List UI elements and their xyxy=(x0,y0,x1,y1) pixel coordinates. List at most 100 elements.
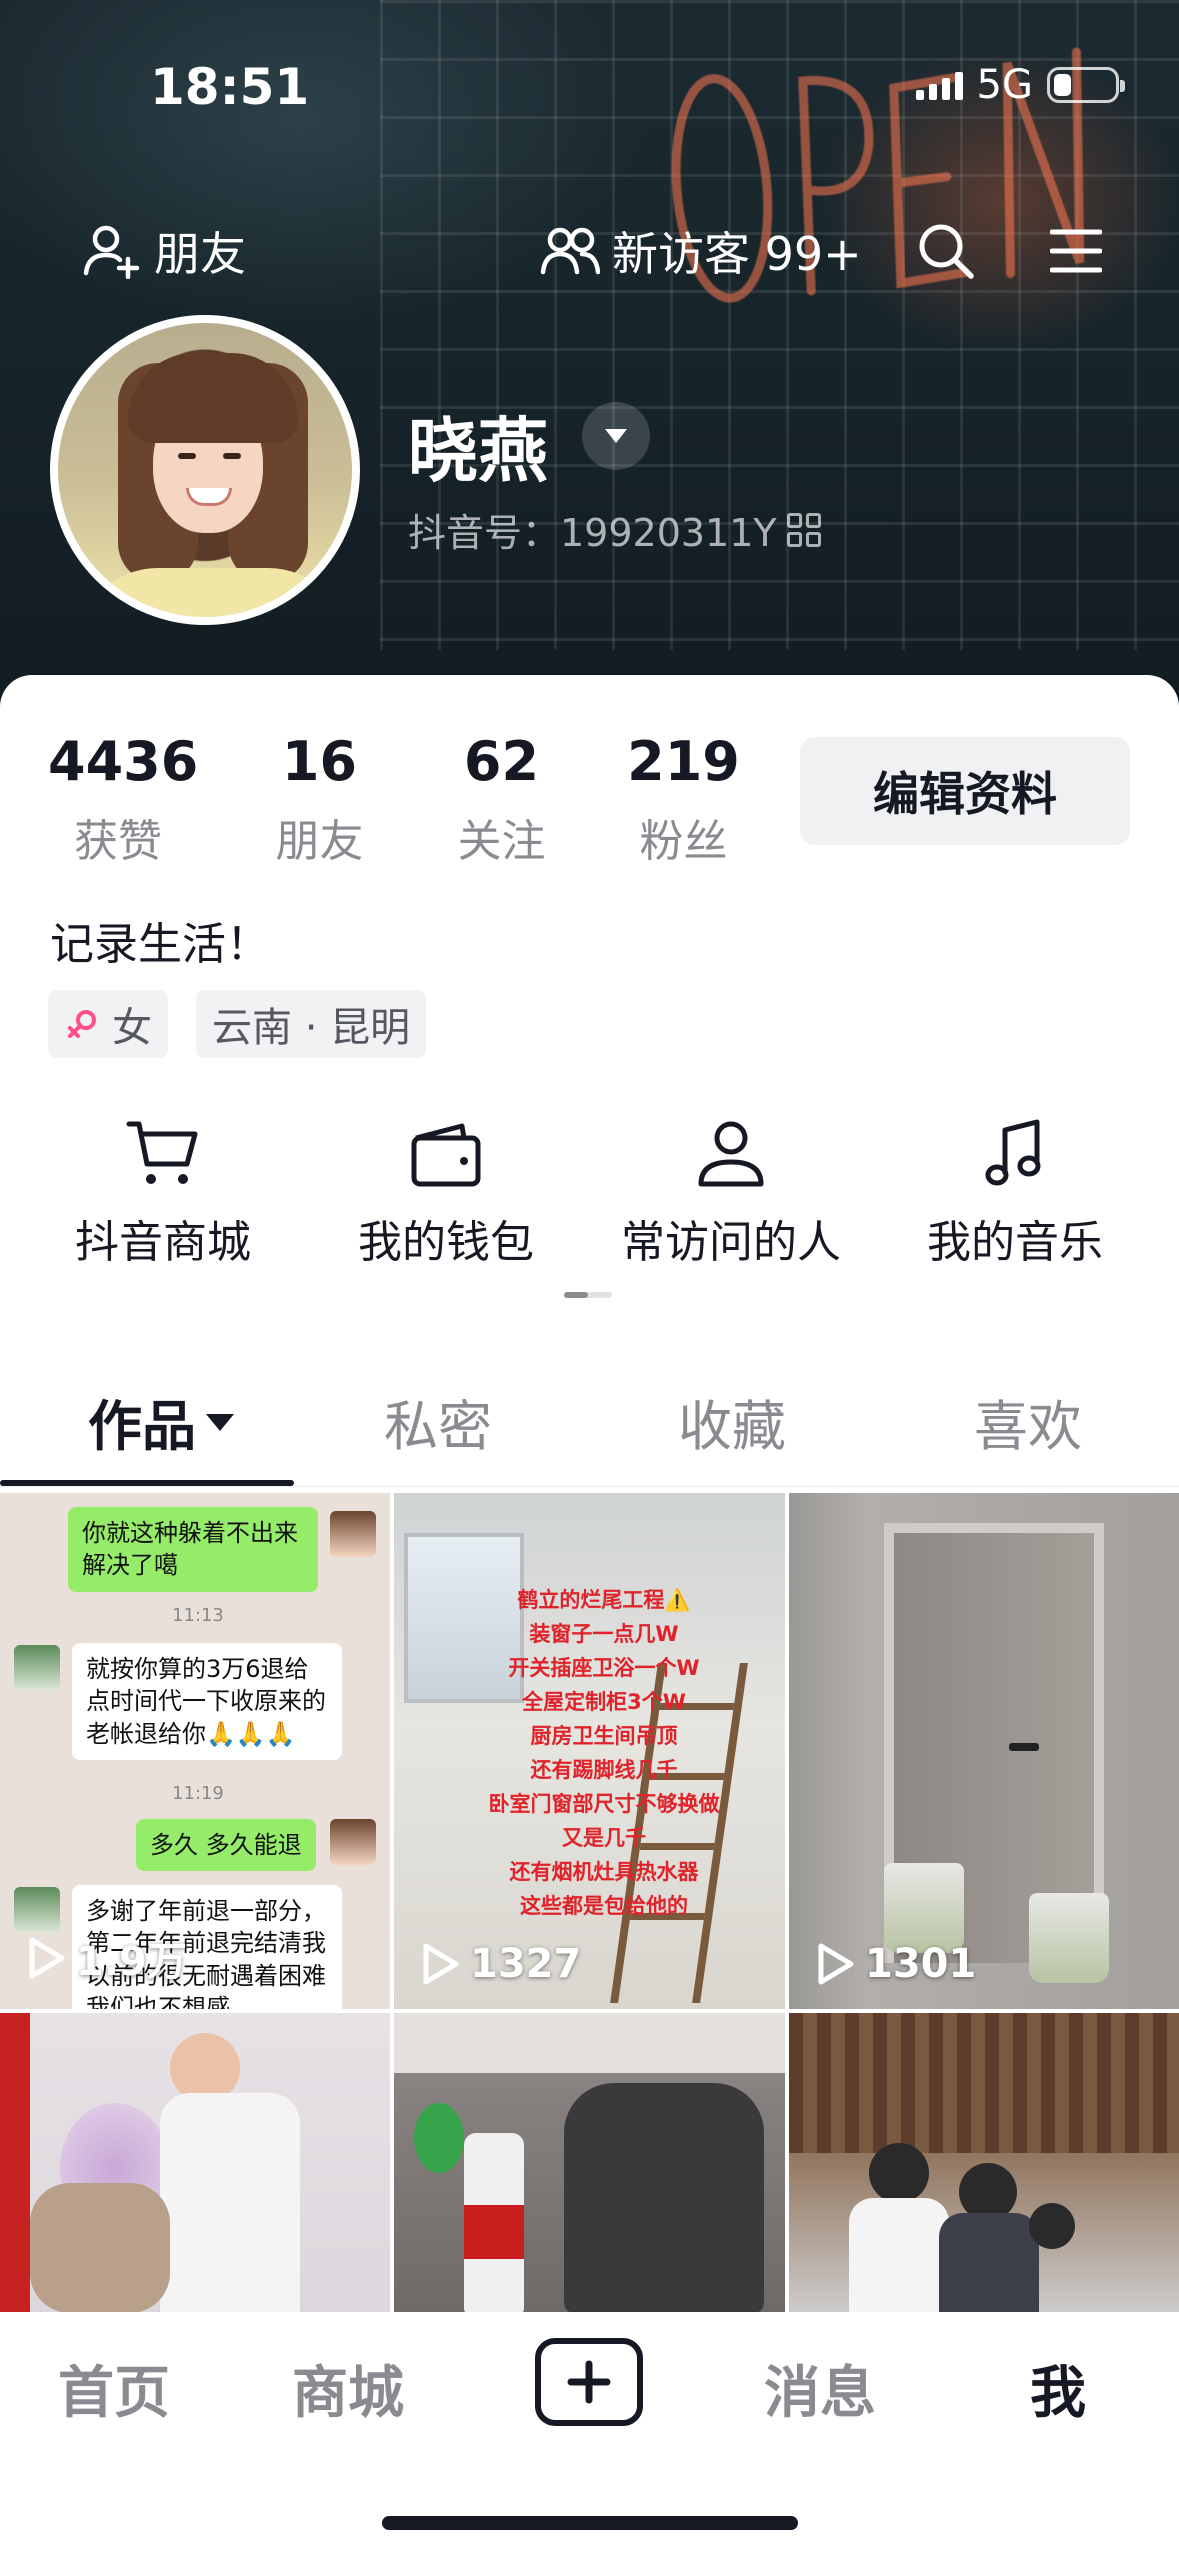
status-time: 18:51 xyxy=(150,58,310,116)
cart-icon xyxy=(126,1121,198,1184)
nav-home[interactable]: 首页 xyxy=(58,2348,170,2429)
gender-tag: 女 xyxy=(48,990,168,1058)
play-count-value: 1.9万 xyxy=(76,1939,187,1985)
account-switch-button[interactable] xyxy=(582,402,650,470)
wallet-icon xyxy=(411,1123,481,1187)
plus-icon xyxy=(567,2360,611,2404)
search-button[interactable] xyxy=(915,220,977,286)
quick-action-label: 常访问的人 xyxy=(621,1217,841,1268)
person-head-decoration xyxy=(1029,2203,1075,2249)
play-count-value: 1327 xyxy=(470,1941,582,1987)
stat-following[interactable]: 62 关注 xyxy=(434,735,569,869)
tab-works[interactable]: 作品 xyxy=(88,1382,236,1461)
green-object-decoration xyxy=(414,2103,464,2173)
tab-likes[interactable]: 喜欢 xyxy=(974,1382,1082,1461)
cellular-signal-icon xyxy=(915,70,963,100)
quick-action-mall[interactable]: 抖音商城 xyxy=(33,1118,293,1270)
chat-timestamp: 11:19 xyxy=(172,1783,224,1804)
quick-action-label: 我的钱包 xyxy=(358,1217,534,1268)
door-handle-decoration xyxy=(1009,1743,1039,1751)
stat-label: 获赞 xyxy=(74,816,162,867)
chat-bubble: 就按你算的3万6退给点时间代一下收原来的老帐退给你🙏🙏🙏 xyxy=(72,1643,342,1761)
status-indicators: 5G xyxy=(915,62,1125,108)
location-tag: 云南 · 昆明 xyxy=(196,990,427,1058)
paint-bucket-decoration xyxy=(884,1863,964,1953)
play-count: 1.9万 xyxy=(26,1929,187,1987)
nav-mall[interactable]: 商城 xyxy=(292,2348,404,2429)
video-thumbnail[interactable]: 你就这种躲着不出来解决了噶 11:13 就按你算的3万6退给点时间代一下收原来的… xyxy=(0,1493,390,2009)
battery-level xyxy=(1054,74,1072,96)
background-decoration xyxy=(394,2013,785,2073)
network-type: 5G xyxy=(976,62,1033,108)
avatar xyxy=(14,1645,60,1691)
play-icon xyxy=(818,1943,854,1985)
tab-label: 作品 xyxy=(88,1395,196,1458)
play-count: 1327 xyxy=(420,1941,581,1987)
battery-icon xyxy=(1047,67,1125,103)
friends-label: 朋友 xyxy=(154,227,246,281)
douyin-id-text: 抖音号：19920311Y xyxy=(408,511,777,555)
quick-action-frequent-visitors[interactable]: 常访问的人 xyxy=(601,1118,861,1270)
add-person-icon xyxy=(83,225,140,279)
chat-timestamp: 11:13 xyxy=(172,1605,224,1626)
video-overlay-text: 鹤立的烂尾工程⚠️ 装窗子一点几W 开关插座卫浴一个W 全屋定制柜3个W 厨房卫… xyxy=(488,1588,720,1919)
qr-code-icon xyxy=(786,512,821,547)
person-head-decoration xyxy=(869,2143,929,2203)
video-thumbnail[interactable] xyxy=(0,2013,390,2313)
video-thumbnail[interactable] xyxy=(789,2013,1179,2313)
avatar xyxy=(330,1819,376,1865)
quick-action-label: 我的音乐 xyxy=(927,1217,1103,1268)
stat-value: 219 xyxy=(627,730,740,793)
add-friends-button[interactable]: 朋友 xyxy=(82,218,246,284)
profile-bio: 记录生活！ xyxy=(50,919,270,970)
visitors-icon xyxy=(540,227,600,275)
stat-value: 16 xyxy=(281,730,358,793)
chat-bubble: 你就这种躲着不出来解决了噶 xyxy=(68,1507,318,1592)
hamburger-menu-icon xyxy=(1049,229,1103,273)
stat-label: 朋友 xyxy=(275,816,364,867)
video-thumbnail[interactable] xyxy=(394,2013,785,2313)
new-visitors-label: 新访客 99+ xyxy=(612,227,862,281)
home-indicator xyxy=(382,2516,798,2530)
avatar xyxy=(330,1511,376,1557)
stat-label: 粉丝 xyxy=(639,816,728,867)
menu-button[interactable] xyxy=(1049,228,1103,278)
profile-nickname: 晓燕 xyxy=(408,410,548,492)
music-note-icon xyxy=(985,1119,1041,1186)
quick-actions-page-indicator xyxy=(564,1292,612,1298)
stat-likes[interactable]: 4436 获赞 xyxy=(48,735,198,869)
caret-down-icon xyxy=(605,429,627,443)
female-symbol-icon xyxy=(68,1010,96,1038)
stat-value: 62 xyxy=(463,730,540,793)
person-decoration xyxy=(30,2183,170,2313)
tab-favorites[interactable]: 收藏 xyxy=(678,1382,786,1461)
chat-bubble: 多久 多久能退 xyxy=(136,1819,316,1872)
backpack-decoration xyxy=(564,2083,764,2313)
tab-private[interactable]: 私密 xyxy=(384,1382,492,1461)
avatar[interactable] xyxy=(50,315,360,625)
gender-label: 女 xyxy=(112,1005,152,1051)
play-icon xyxy=(29,1937,65,1979)
video-thumbnail[interactable]: 1301 xyxy=(789,1493,1179,2009)
tab-divider xyxy=(0,1486,1179,1487)
red-banner-decoration xyxy=(0,2013,30,2313)
douyin-id-row[interactable]: 抖音号：19920311Y xyxy=(408,502,821,557)
nav-messages[interactable]: 消息 xyxy=(764,2348,876,2429)
quick-action-label: 抖音商城 xyxy=(75,1217,251,1268)
location-label: 云南 · 昆明 xyxy=(212,1005,411,1051)
quick-action-music[interactable]: 我的音乐 xyxy=(885,1118,1145,1270)
avatar xyxy=(14,1887,60,1933)
stat-friends[interactable]: 16 朋友 xyxy=(252,735,387,869)
paint-bucket-decoration xyxy=(1029,1893,1109,1983)
person-body-decoration xyxy=(160,2093,300,2313)
new-visitors-button[interactable]: 新访客 99+ xyxy=(540,218,862,284)
nav-me[interactable]: 我 xyxy=(1030,2348,1086,2429)
quick-action-wallet[interactable]: 我的钱包 xyxy=(316,1118,576,1270)
search-icon xyxy=(919,224,974,279)
create-button[interactable] xyxy=(535,2338,643,2426)
person-icon xyxy=(698,1121,764,1187)
video-thumbnail[interactable]: 鹤立的烂尾工程⚠️ 装窗子一点几W 开关插座卫浴一个W 全屋定制柜3个W 厨房卫… xyxy=(394,1493,785,2009)
edit-profile-button[interactable]: 编辑资料 xyxy=(800,737,1130,845)
wooden-wall-decoration xyxy=(789,2013,1179,2153)
stat-followers[interactable]: 219 粉丝 xyxy=(616,735,751,869)
